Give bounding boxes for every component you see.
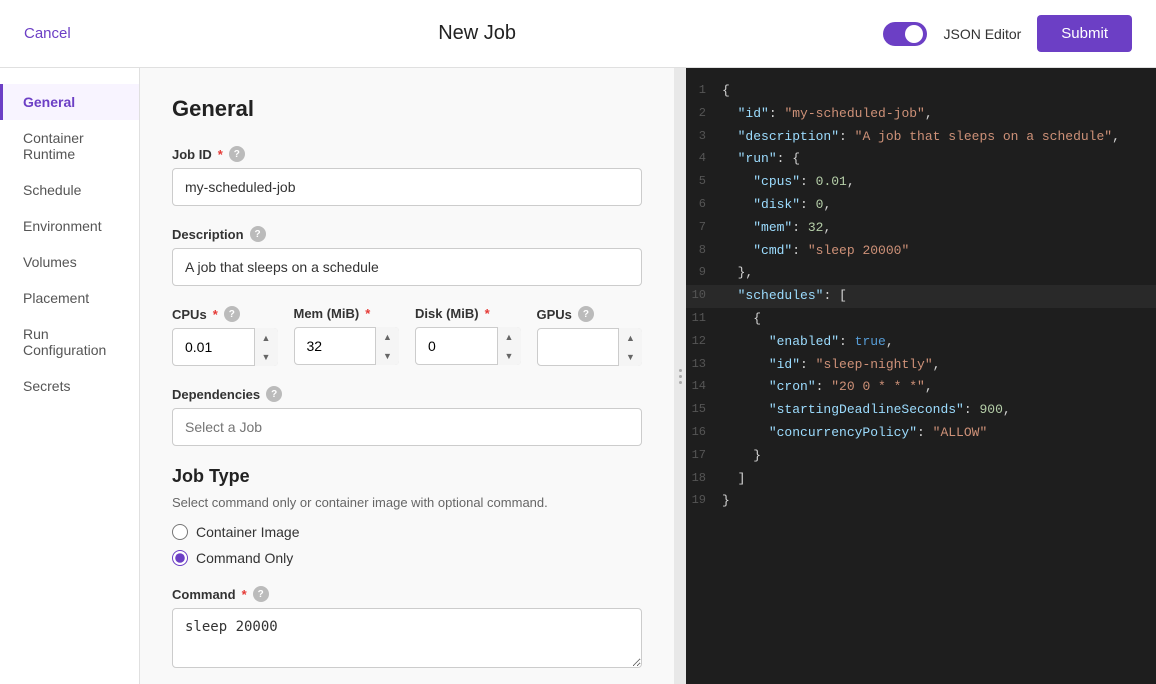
cpus-required: * — [213, 307, 218, 322]
json-editor-toggle[interactable] — [883, 22, 927, 46]
resources-row: CPUs * ? ▲ ▼ Mem (MiB) * — [172, 306, 642, 366]
json-line: 6 "disk": 0, — [686, 194, 1156, 217]
command-help-icon[interactable]: ? — [253, 586, 269, 602]
description-help-icon[interactable]: ? — [250, 226, 266, 242]
job-type-section: Job Type Select command only or containe… — [172, 466, 642, 566]
disk-group: Disk (MiB) * ▲ ▼ — [415, 306, 521, 366]
gpus-help-icon[interactable]: ? — [578, 306, 594, 322]
command-only-option[interactable]: Command Only — [172, 550, 642, 566]
main-content: General Container Runtime Schedule Envir… — [0, 68, 1156, 684]
sidebar-item-run-configuration[interactable]: Run Configuration — [0, 316, 139, 368]
json-line: 19} — [686, 490, 1156, 513]
disk-label: Disk (MiB) * — [415, 306, 521, 321]
disk-down[interactable]: ▼ — [498, 346, 521, 365]
json-line: 17 } — [686, 445, 1156, 468]
gpus-group: GPUs ? ▲ ▼ — [537, 306, 643, 366]
dependencies-group: Dependencies ? — [172, 386, 642, 446]
sidebar-item-schedule[interactable]: Schedule — [0, 172, 139, 208]
command-only-radio[interactable] — [172, 550, 188, 566]
cpus-spinner: ▲ ▼ — [254, 328, 278, 366]
gpus-up[interactable]: ▲ — [619, 328, 642, 347]
json-line: 18 ] — [686, 468, 1156, 491]
job-id-help-icon[interactable]: ? — [229, 146, 245, 162]
dependencies-label: Dependencies ? — [172, 386, 642, 402]
cpus-group: CPUs * ? ▲ ▼ — [172, 306, 278, 366]
gpus-label: GPUs ? — [537, 306, 643, 322]
container-image-option[interactable]: Container Image — [172, 524, 642, 540]
cpus-input-wrap: ▲ ▼ — [172, 328, 278, 366]
mem-down[interactable]: ▼ — [376, 346, 399, 365]
sidebar: General Container Runtime Schedule Envir… — [0, 68, 140, 684]
command-label: Command * ? — [172, 586, 642, 602]
job-id-label: Job ID * ? — [172, 146, 642, 162]
json-line: 8 "cmd": "sleep 20000" — [686, 240, 1156, 263]
sidebar-item-general[interactable]: General — [0, 84, 139, 120]
form-section-title: General — [172, 96, 642, 122]
json-line: 2 "id": "my-scheduled-job", — [686, 103, 1156, 126]
form-area: General Job ID * ? Description ? CPUs * — [140, 68, 674, 684]
mem-group: Mem (MiB) * ▲ ▼ — [294, 306, 400, 366]
page-title: New Job — [438, 22, 516, 45]
disk-up[interactable]: ▲ — [498, 327, 521, 346]
cpus-up[interactable]: ▲ — [255, 328, 278, 347]
dependencies-help-icon[interactable]: ? — [266, 386, 282, 402]
description-group: Description ? — [172, 226, 642, 286]
mem-required: * — [365, 306, 370, 321]
disk-spinner: ▲ ▼ — [497, 327, 521, 365]
required-marker: * — [218, 147, 223, 162]
json-line: 9 }, — [686, 262, 1156, 285]
header-right: JSON Editor Submit — [883, 15, 1132, 52]
container-image-radio[interactable] — [172, 524, 188, 540]
sidebar-item-volumes[interactable]: Volumes — [0, 244, 139, 280]
json-line: 3 "description": "A job that sleeps on a… — [686, 126, 1156, 149]
mem-label: Mem (MiB) * — [294, 306, 400, 321]
job-type-radio-group: Container Image Command Only — [172, 524, 642, 566]
json-line: 1{ — [686, 80, 1156, 103]
json-line: 15 "startingDeadlineSeconds": 900, — [686, 399, 1156, 422]
command-group: Command * ? — [172, 586, 642, 671]
gpus-down[interactable]: ▼ — [619, 347, 642, 366]
json-line: 16 "concurrencyPolicy": "ALLOW" — [686, 422, 1156, 445]
job-id-input[interactable] — [172, 168, 642, 206]
dependencies-input[interactable] — [172, 408, 642, 446]
cpus-down[interactable]: ▼ — [255, 347, 278, 366]
sidebar-item-placement[interactable]: Placement — [0, 280, 139, 316]
mem-spinner: ▲ ▼ — [375, 327, 399, 365]
divider-handle — [679, 369, 682, 384]
panel-divider[interactable] — [674, 68, 686, 684]
header: Cancel New Job JSON Editor Submit — [0, 0, 1156, 68]
json-line: 13 "id": "sleep-nightly", — [686, 354, 1156, 377]
disk-required: * — [485, 306, 490, 321]
description-input[interactable] — [172, 248, 642, 286]
json-editor-label: JSON Editor — [943, 26, 1021, 42]
submit-button[interactable]: Submit — [1037, 15, 1132, 52]
disk-input-wrap: ▲ ▼ — [415, 327, 521, 365]
json-editor-panel: 1{2 "id": "my-scheduled-job",3 "descript… — [686, 68, 1156, 684]
mem-input-wrap: ▲ ▼ — [294, 327, 400, 365]
json-line: 10 "schedules": [ — [686, 285, 1156, 308]
command-input[interactable] — [172, 608, 642, 668]
gpus-spinner: ▲ ▼ — [618, 328, 642, 366]
mem-up[interactable]: ▲ — [376, 327, 399, 346]
json-line: 12 "enabled": true, — [686, 331, 1156, 354]
job-id-group: Job ID * ? — [172, 146, 642, 206]
sidebar-item-container-runtime[interactable]: Container Runtime — [0, 120, 139, 172]
json-line: 11 { — [686, 308, 1156, 331]
description-label: Description ? — [172, 226, 642, 242]
json-line: 4 "run": { — [686, 148, 1156, 171]
cancel-button[interactable]: Cancel — [24, 25, 71, 42]
json-line: 7 "mem": 32, — [686, 217, 1156, 240]
sidebar-item-secrets[interactable]: Secrets — [0, 368, 139, 404]
gpus-input-wrap: ▲ ▼ — [537, 328, 643, 366]
job-type-title: Job Type — [172, 466, 642, 487]
sidebar-item-environment[interactable]: Environment — [0, 208, 139, 244]
cpus-label: CPUs * ? — [172, 306, 278, 322]
command-required: * — [242, 587, 247, 602]
json-line: 5 "cpus": 0.01, — [686, 171, 1156, 194]
cpus-help-icon[interactable]: ? — [224, 306, 240, 322]
json-line: 14 "cron": "20 0 * * *", — [686, 376, 1156, 399]
job-type-desc: Select command only or container image w… — [172, 495, 642, 510]
